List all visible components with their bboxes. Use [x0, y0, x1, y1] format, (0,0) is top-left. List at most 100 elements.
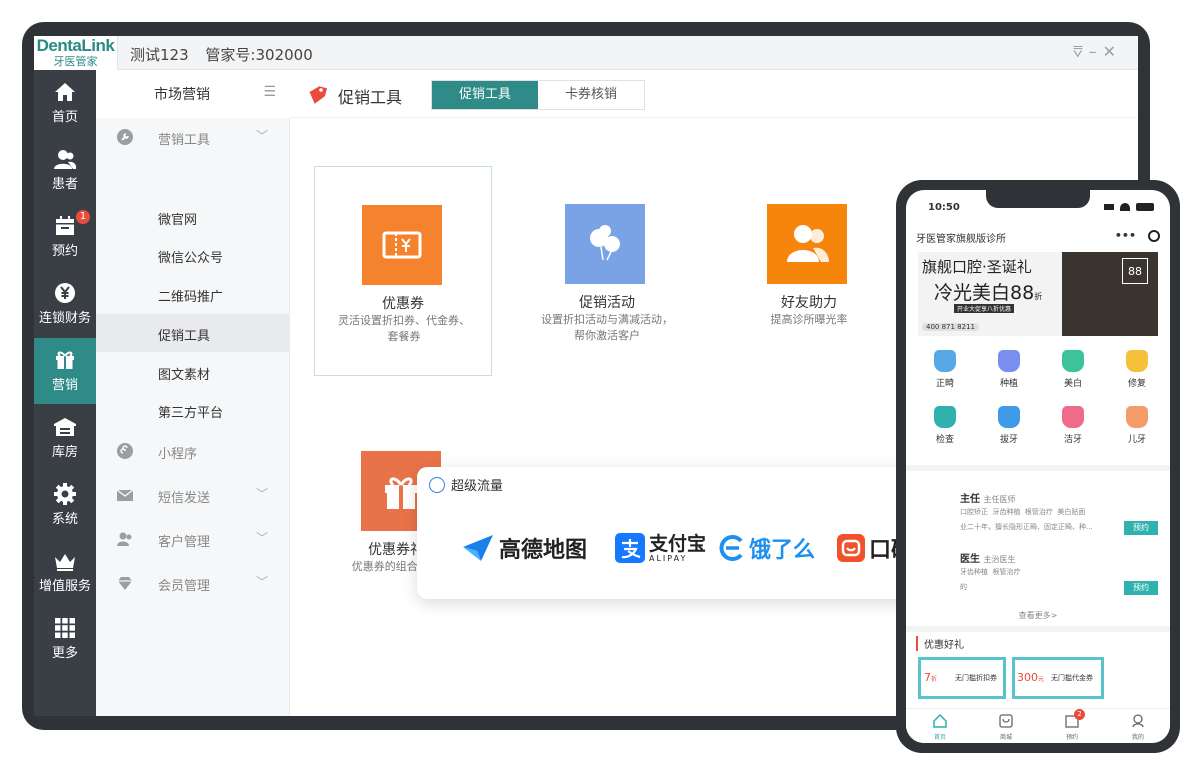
coupon-icon	[362, 205, 442, 285]
menu-item-micro-site[interactable]: 微官网	[96, 198, 290, 236]
category-item[interactable]: 正畸	[920, 350, 970, 389]
nav-label: 更多	[51, 646, 78, 661]
grid-icon	[55, 618, 75, 638]
user-outline-icon	[1132, 714, 1144, 728]
menu-group-customers[interactable]: 客户管理 ﹀	[96, 520, 290, 558]
menu-item-third-party[interactable]: 第三方平台	[96, 391, 290, 429]
tooth-icon	[1126, 350, 1148, 372]
home-outline-icon	[933, 713, 947, 728]
promo-banner[interactable]: 88 旗舰口腔·圣诞礼 冷光美白88折 开业大促享八折优惠 400 871 82…	[918, 252, 1158, 336]
category-item[interactable]: 儿牙	[1112, 406, 1162, 445]
menu-group-label: 会员管理	[158, 579, 211, 594]
nav-more[interactable]: 更多	[34, 606, 96, 672]
close-mini-icon[interactable]	[1148, 230, 1160, 242]
banner-phone: 400 871 8211	[922, 323, 979, 331]
doctor-2-name-text: 医生	[960, 554, 980, 565]
phone-time: 10:50	[928, 202, 960, 213]
more-dots-icon[interactable]: •••	[1115, 229, 1136, 242]
doctor-tag: 口腔矫正	[960, 508, 988, 516]
nav-value-added[interactable]: 增值服务	[34, 539, 96, 605]
category-item[interactable]: 拔牙	[984, 406, 1034, 445]
menu-group-marketing-tools[interactable]: 营销工具 ﹀	[96, 118, 290, 156]
menu-item-promotion-tools[interactable]: 促销工具	[96, 314, 290, 352]
category-item[interactable]: 种植	[984, 350, 1034, 389]
mini-program-icon	[117, 443, 133, 459]
nav-system[interactable]: 系统	[34, 472, 96, 538]
phone-tabbar: 首页 商城 预约 2 我的	[906, 708, 1170, 743]
menu-item-materials[interactable]: 图文素材	[96, 353, 290, 391]
phone-screen: 10:50 牙医管家旗舰版诊所 ••• 88 旗舰口腔·圣诞礼 冷光美白88折 …	[906, 190, 1170, 743]
nav-warehouse[interactable]: 库房	[34, 405, 96, 471]
nav-marketing[interactable]: 营销	[34, 338, 96, 404]
traffic-title-text: 超级流量	[451, 479, 504, 494]
manager-id: 管家号:302000	[205, 46, 313, 64]
brand-name: 高德地图	[499, 538, 588, 563]
book-button[interactable]: 预约	[1124, 521, 1158, 535]
book-button[interactable]: 预约	[1124, 581, 1158, 595]
balloon-icon	[565, 204, 645, 284]
tabbar-badge: 2	[1074, 709, 1085, 720]
coupon-1[interactable]: 7折 无门槛折扣券	[918, 657, 1006, 699]
card-friend-help[interactable]: 好友助力 提高诊所曝光率	[720, 166, 898, 376]
signal-icon	[1104, 204, 1114, 210]
brand-sub: ALIPAY	[649, 553, 688, 563]
menu-item-qrcode[interactable]: 二维码推广	[96, 275, 290, 313]
wrench-icon	[117, 129, 133, 145]
tooth-icon	[1126, 406, 1148, 428]
doctor-2-name: 医生 主治医生	[960, 550, 1015, 565]
yuan-icon	[55, 283, 75, 303]
tooth-icon	[934, 350, 956, 372]
coupon-2[interactable]: 300元 无门槛代金券	[1012, 657, 1104, 699]
card-promotion[interactable]: 促销活动 设置折扣活动与满减活动，帮你激活客户	[518, 166, 696, 376]
category-label: 美白	[1063, 379, 1082, 389]
user-name: 测试123	[130, 46, 189, 64]
tab-promotion-tools[interactable]: 促销工具	[432, 81, 538, 109]
tooth-icon	[1062, 350, 1084, 372]
category-label: 种植	[999, 379, 1018, 389]
coupon-1-amount: 7折	[924, 671, 937, 684]
tabbar-me[interactable]: 我的	[1126, 713, 1150, 741]
category-label: 儿牙	[1127, 435, 1146, 445]
category-item[interactable]: 修复	[1112, 350, 1162, 389]
coupon-amount: 7	[924, 671, 931, 684]
nav-label: 连锁财务	[38, 311, 91, 326]
crown-icon	[55, 554, 75, 571]
menu-group-members[interactable]: 会员管理 ﹀	[96, 564, 290, 602]
nav-patients[interactable]: 患者	[34, 137, 96, 203]
doctor-tag: 根管治疗	[1024, 508, 1053, 516]
main-nav: 首页 患者 预约 1 连锁财务 营销 库房 系统 增值服务 更多	[34, 70, 96, 716]
category-item[interactable]: 检查	[920, 406, 970, 445]
doctor-2-title: 主治医生	[983, 555, 1016, 564]
brand-name: 饿了么	[749, 538, 816, 563]
collapse-menu-icon[interactable]: ☰	[263, 84, 276, 100]
menu-item-wechat[interactable]: 微信公众号	[96, 236, 290, 274]
tabbar-appointment[interactable]: 预约 2	[1060, 709, 1085, 741]
menu-group-label: 小程序	[158, 447, 198, 462]
category-label: 修复	[1127, 379, 1146, 389]
menu-group-mini-program[interactable]: 小程序	[96, 432, 290, 470]
doctor-1-name: 主任 主任医师	[960, 490, 1015, 505]
nav-finance[interactable]: 连锁财务	[34, 271, 96, 337]
chevron-down-icon: ﹀	[255, 487, 268, 501]
category-item[interactable]: 美白	[1048, 350, 1098, 389]
amap-icon	[463, 535, 493, 561]
category-label: 洁牙	[1063, 435, 1082, 445]
chevron-down-icon: ﹀	[255, 129, 268, 143]
menu-item-label: 微信公众号	[158, 251, 224, 266]
phone-notch	[986, 190, 1090, 208]
window-controls[interactable]: ⩢–✕	[1073, 42, 1122, 62]
card-coupon[interactable]: 优惠券 灵活设置折扣券、代金券、套餐券	[314, 166, 492, 376]
nav-home[interactable]: 首页	[34, 70, 96, 136]
tabbar-home[interactable]: 首页	[928, 713, 952, 741]
tabbar-shop[interactable]: 商城	[994, 713, 1018, 741]
menu-title: 市场营销	[154, 87, 210, 103]
nav-appointment[interactable]: 预约 1	[34, 204, 96, 270]
tab-coupon-verify[interactable]: 卡券核销	[538, 81, 644, 109]
doctor-tag: 牙齿种植	[960, 568, 988, 576]
traffic-title: 超级流量	[429, 475, 503, 494]
logo-main: DentaLink	[36, 36, 115, 55]
category-item[interactable]: 洁牙	[1048, 406, 1098, 445]
menu-group-sms[interactable]: 短信发送 ﹀	[96, 476, 290, 514]
clinic-name[interactable]: 牙医管家旗舰版诊所	[916, 230, 1006, 245]
view-more-link[interactable]: 查看更多>	[906, 610, 1170, 621]
